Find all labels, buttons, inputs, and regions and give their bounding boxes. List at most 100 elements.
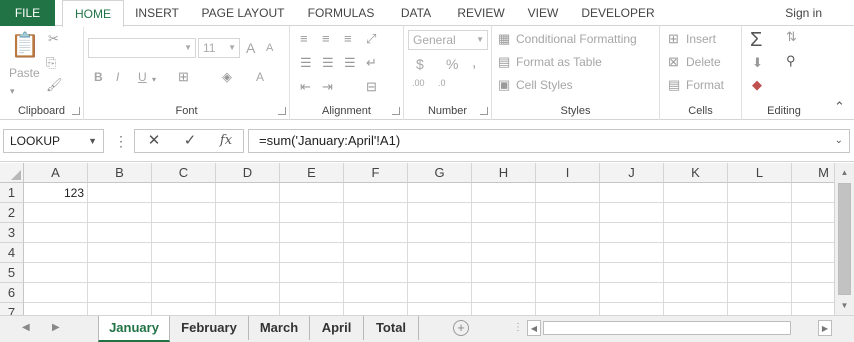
column-header-j[interactable]: J — [600, 163, 664, 183]
chevron-down-icon[interactable]: ▼ — [88, 130, 97, 152]
cell-a2[interactable] — [24, 203, 88, 223]
cell-d5[interactable] — [216, 263, 280, 283]
tab-formulas[interactable]: FORMULAS — [302, 0, 380, 26]
paste-label[interactable]: Paste — [9, 66, 40, 80]
cell-d3[interactable] — [216, 223, 280, 243]
row-header-4[interactable]: 4 — [0, 243, 24, 263]
increase-indent-icon[interactable]: ⇥ — [322, 80, 333, 94]
cell-l2[interactable] — [728, 203, 792, 223]
format-cells-button[interactable]: Format — [686, 78, 724, 92]
cell-e1[interactable] — [280, 183, 344, 203]
currency-button[interactable]: $ — [416, 56, 424, 72]
cell-l7[interactable] — [728, 303, 792, 315]
vertical-scroll-thumb[interactable] — [838, 183, 851, 295]
cell-f7[interactable] — [344, 303, 408, 315]
tab-split-handle-icon[interactable]: ⋮ — [513, 322, 523, 333]
cell-g5[interactable] — [408, 263, 472, 283]
cell-m6[interactable] — [792, 283, 834, 303]
middle-align-icon[interactable]: ≡ — [322, 32, 330, 46]
cell-f1[interactable] — [344, 183, 408, 203]
cell-j2[interactable] — [600, 203, 664, 223]
cell-a7[interactable] — [24, 303, 88, 315]
percent-button[interactable]: % — [446, 56, 458, 72]
cell-e7[interactable] — [280, 303, 344, 315]
cell-b4[interactable] — [88, 243, 152, 263]
find-select-icon[interactable]: ⚲ — [786, 54, 796, 68]
cell-styles-button[interactable]: Cell Styles — [516, 78, 573, 92]
font-name-dropdown[interactable]: ▼ — [88, 38, 196, 58]
cell-a4[interactable] — [24, 243, 88, 263]
scroll-left-icon[interactable]: ◀ — [527, 320, 541, 336]
column-header-a[interactable]: A — [24, 163, 88, 183]
cell-h2[interactable] — [472, 203, 536, 223]
insert-cells-button[interactable]: Insert — [686, 32, 716, 46]
shrink-font-button[interactable]: A — [266, 42, 273, 54]
cell-b5[interactable] — [88, 263, 152, 283]
number-launcher-icon[interactable] — [480, 107, 488, 115]
cell-b7[interactable] — [88, 303, 152, 315]
worksheet-grid[interactable]: A B C D E F G H I J K L M 1 123 2 3 4 5 6 7 — [0, 163, 834, 315]
underline-button[interactable]: U — [138, 70, 147, 84]
cell-d6[interactable] — [216, 283, 280, 303]
tab-data[interactable]: DATA — [392, 0, 440, 26]
column-header-d[interactable]: D — [216, 163, 280, 183]
cell-k4[interactable] — [664, 243, 728, 263]
select-all-button[interactable] — [0, 163, 24, 183]
cell-j3[interactable] — [600, 223, 664, 243]
cell-c1[interactable] — [152, 183, 216, 203]
sign-in-link[interactable]: Sign in — [785, 0, 822, 26]
horizontal-scrollbar[interactable]: ◀ ▶ — [527, 320, 832, 336]
cell-j6[interactable] — [600, 283, 664, 303]
top-align-icon[interactable]: ≡ — [300, 32, 308, 46]
bold-button[interactable]: B — [94, 70, 103, 84]
cell-h4[interactable] — [472, 243, 536, 263]
sheet-tab-total[interactable]: Total — [364, 316, 419, 340]
clear-icon[interactable]: ◆ — [752, 78, 762, 92]
decrease-indent-icon[interactable]: ⇤ — [300, 80, 311, 94]
row-header-6[interactable]: 6 — [0, 283, 24, 303]
cell-e6[interactable] — [280, 283, 344, 303]
alignment-launcher-icon[interactable] — [392, 107, 400, 115]
cell-h7[interactable] — [472, 303, 536, 315]
cancel-button[interactable]: ✕ — [137, 130, 171, 152]
expand-formula-icon[interactable]: ⌄ — [835, 130, 843, 152]
cell-c4[interactable] — [152, 243, 216, 263]
cell-b3[interactable] — [88, 223, 152, 243]
collapse-ribbon-icon[interactable]: ⌃ — [834, 100, 845, 114]
cell-k2[interactable] — [664, 203, 728, 223]
sheet-tab-january[interactable]: January — [98, 316, 170, 342]
borders-icon[interactable]: ⊞ — [178, 70, 189, 84]
cell-c2[interactable] — [152, 203, 216, 223]
column-header-c[interactable]: C — [152, 163, 216, 183]
column-header-l[interactable]: L — [728, 163, 792, 183]
cell-h1[interactable] — [472, 183, 536, 203]
vertical-scrollbar[interactable]: ▲ ▼ — [834, 163, 854, 315]
cell-i4[interactable] — [536, 243, 600, 263]
tab-page-layout[interactable]: PAGE LAYOUT — [194, 0, 292, 26]
cell-g3[interactable] — [408, 223, 472, 243]
autosum-icon[interactable]: Σ — [750, 28, 762, 52]
cell-b1[interactable] — [88, 183, 152, 203]
cell-a6[interactable] — [24, 283, 88, 303]
cell-b2[interactable] — [88, 203, 152, 223]
cell-g1[interactable] — [408, 183, 472, 203]
cell-d7[interactable] — [216, 303, 280, 315]
scroll-right-icon[interactable]: ▶ — [818, 320, 832, 336]
cell-f2[interactable] — [344, 203, 408, 223]
font-launcher-icon[interactable] — [278, 107, 286, 115]
cell-f4[interactable] — [344, 243, 408, 263]
tab-review[interactable]: REVIEW — [452, 0, 510, 26]
cell-g6[interactable] — [408, 283, 472, 303]
column-header-h[interactable]: H — [472, 163, 536, 183]
format-painter-icon[interactable]: 🖌 — [46, 78, 63, 92]
format-as-table-button[interactable]: Format as Table — [516, 55, 602, 69]
font-size-dropdown[interactable]: 11 ▼ — [198, 38, 240, 58]
sheet-tab-february[interactable]: February — [170, 316, 249, 340]
cell-g4[interactable] — [408, 243, 472, 263]
cell-c3[interactable] — [152, 223, 216, 243]
sort-filter-icon[interactable]: ⇅ — [786, 30, 797, 44]
cell-e5[interactable] — [280, 263, 344, 283]
cell-f6[interactable] — [344, 283, 408, 303]
row-header-2[interactable]: 2 — [0, 203, 24, 223]
grow-font-button[interactable]: A — [246, 40, 255, 56]
